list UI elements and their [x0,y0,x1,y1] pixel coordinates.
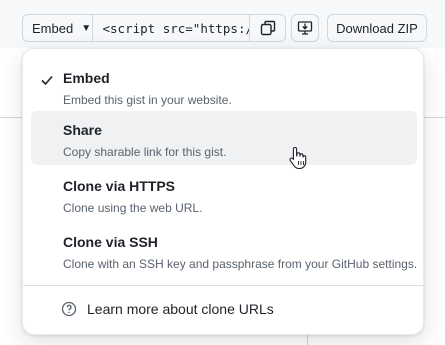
menu-item-label: Share [63,122,102,138]
clone-options-menu: Embed Embed this gist in your website. S… [22,48,424,335]
menu-item-share[interactable]: Share Copy sharable link for this gist. [31,111,417,165]
hand-pointer-icon [288,146,308,175]
menu-item-label: Clone via SSH [63,234,158,250]
menu-item-label: Embed [63,70,110,86]
menu-item-description: Clone with an SSH key and passphrase fro… [63,257,418,271]
menu-item-embed[interactable]: Embed Embed this gist in your website. [31,59,417,113]
desktop-download-icon [297,21,313,35]
download-zip-button[interactable]: Download ZIP [327,14,427,42]
learn-more-label: Learn more about clone URLs [87,301,274,317]
gist-toolbar: Embed ▼ <script src="https:/ Download ZI… [0,0,445,48]
menu-item-description: Embed this gist in your website. [63,93,232,107]
embed-type-label: Embed [32,20,74,36]
embed-clone-group: Embed ▼ <script src="https:/ [22,14,286,42]
learn-more-link[interactable]: Learn more about clone URLs [61,301,274,317]
copy-icon [260,20,275,36]
triangle-down-icon: ▼ [81,22,92,34]
menu-divider [23,285,423,286]
menu-item-clone-ssh[interactable]: Clone via SSH Clone with an SSH key and … [31,223,417,277]
embed-code-field[interactable]: <script src="https:/ [92,15,250,41]
copy-button[interactable] [249,15,285,41]
menu-item-description: Clone using the web URL. [63,201,203,215]
open-in-desktop-button[interactable] [291,14,319,42]
menu-item-description: Copy sharable link for this gist. [63,145,227,159]
check-icon [40,73,54,92]
menu-item-label: Clone via HTTPS [63,178,176,194]
question-icon [61,301,77,317]
menu-item-clone-https[interactable]: Clone via HTTPS Clone using the web URL. [31,167,417,221]
embed-type-select[interactable]: Embed ▼ [23,15,93,41]
